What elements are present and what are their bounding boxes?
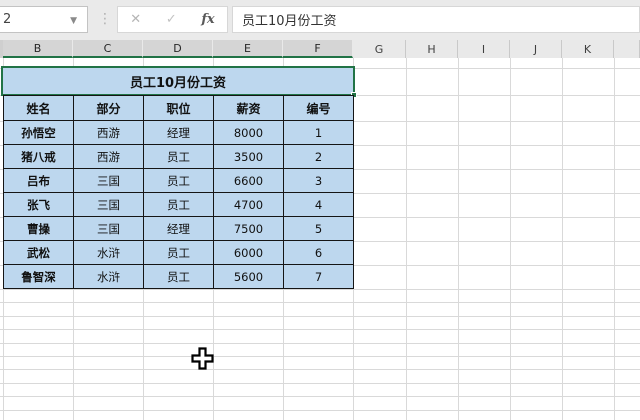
table-row: 孙悟空 西游 经理 8000 1 xyxy=(3,120,354,145)
name-box[interactable]: 2 ▼ xyxy=(0,6,88,33)
column-header-row: B C D E F G H I J K xyxy=(0,40,640,58)
cell-salary[interactable]: 6000 xyxy=(213,240,284,265)
cell-dept[interactable]: 三国 xyxy=(73,192,144,217)
header-cell[interactable]: 编号 xyxy=(283,95,354,121)
cell-salary[interactable]: 7500 xyxy=(213,216,284,241)
cell-salary[interactable]: 5600 xyxy=(213,264,284,289)
cell-dept[interactable]: 西游 xyxy=(73,120,144,145)
column-header-j[interactable]: J xyxy=(510,40,562,58)
cell-dept[interactable]: 水浒 xyxy=(73,240,144,265)
gridline xyxy=(0,369,640,370)
gridline xyxy=(0,316,640,317)
cancel-icon[interactable]: ✕ xyxy=(130,12,141,27)
gridline xyxy=(0,410,640,411)
formula-text: 员工10月份工资 xyxy=(242,14,337,29)
column-header-e[interactable]: E xyxy=(213,40,283,58)
column-header-d[interactable]: D xyxy=(143,40,213,58)
cell-salary[interactable]: 8000 xyxy=(213,120,284,145)
cell-id[interactable]: 7 xyxy=(283,264,354,289)
cell-dept[interactable]: 水浒 xyxy=(73,264,144,289)
formula-buttons: ✕ ✓ fx xyxy=(117,6,228,33)
cell-salary[interactable]: 3500 xyxy=(213,144,284,169)
table-row: 武松 水浒 员工 6000 6 xyxy=(3,240,354,265)
column-header-partial[interactable] xyxy=(614,40,640,58)
cell-name[interactable]: 吕布 xyxy=(3,168,74,193)
name-box-value: 2 xyxy=(3,12,12,27)
cell-name[interactable]: 鲁智深 xyxy=(3,264,74,289)
header-cell[interactable]: 姓名 xyxy=(3,95,74,121)
gridline xyxy=(562,58,563,420)
gridline xyxy=(0,289,640,290)
cell-title[interactable]: 员工 xyxy=(143,240,214,265)
gridline xyxy=(0,343,640,344)
cell-title[interactable]: 经理 xyxy=(143,120,214,145)
header-cell[interactable]: 职位 xyxy=(143,95,214,121)
name-box-dropdown-icon[interactable]: ▼ xyxy=(70,16,77,26)
column-header-g[interactable]: G xyxy=(353,40,406,58)
column-header-i[interactable]: I xyxy=(458,40,510,58)
cell-id[interactable]: 2 xyxy=(283,144,354,169)
cell-dept[interactable]: 三国 xyxy=(73,216,144,241)
cell-dept[interactable]: 西游 xyxy=(73,144,144,169)
formula-bar-area: 2 ▼ ⋮ ✕ ✓ fx 员工10月份工资 xyxy=(0,0,640,40)
table-title: 员工10月份工资 xyxy=(129,75,227,91)
gridline xyxy=(0,356,640,357)
table-header-row: 姓名 部分 职位 薪资 编号 xyxy=(3,95,354,121)
cell-id[interactable]: 6 xyxy=(283,240,354,265)
gridline xyxy=(0,396,640,397)
cell-id[interactable]: 1 xyxy=(283,120,354,145)
cell-id[interactable]: 4 xyxy=(283,192,354,217)
divider-dots-icon: ⋮ xyxy=(98,11,112,27)
formula-input[interactable]: 员工10月份工资 xyxy=(232,6,640,33)
cell-dept[interactable]: 三国 xyxy=(73,168,144,193)
column-header-h[interactable]: H xyxy=(406,40,458,58)
gridline xyxy=(0,383,640,384)
column-header-c[interactable]: C xyxy=(73,40,143,58)
selected-merged-title-cell[interactable]: 员工10月份工资 xyxy=(1,66,357,98)
gridline xyxy=(0,302,640,303)
gridline xyxy=(614,58,615,420)
salary-table: 姓名 部分 职位 薪资 编号 孙悟空 西游 经理 8000 1 猪八戒 西游 员… xyxy=(3,95,354,289)
cell-name[interactable]: 孙悟空 xyxy=(3,120,74,145)
table-row: 曹操 三国 经理 7500 5 xyxy=(3,216,354,241)
enter-icon[interactable]: ✓ xyxy=(166,12,177,27)
cell-title[interactable]: 员工 xyxy=(143,264,214,289)
cell-name[interactable]: 猪八戒 xyxy=(3,144,74,169)
cell-id[interactable]: 5 xyxy=(283,216,354,241)
header-cell[interactable]: 部分 xyxy=(73,95,144,121)
insert-function-icon[interactable]: fx xyxy=(201,12,214,27)
gridline xyxy=(406,58,407,420)
table-row: 猪八戒 西游 员工 3500 2 xyxy=(3,144,354,169)
cell-name[interactable]: 曹操 xyxy=(3,216,74,241)
gridline xyxy=(458,58,459,420)
table-row: 鲁智深 水浒 员工 5600 7 xyxy=(3,264,354,289)
cell-id[interactable]: 3 xyxy=(283,168,354,193)
cell-name[interactable]: 张飞 xyxy=(3,192,74,217)
cell-salary[interactable]: 4700 xyxy=(213,192,284,217)
column-header-f[interactable]: F xyxy=(283,40,353,58)
cell-title[interactable]: 经理 xyxy=(143,216,214,241)
cell-plus-cursor-icon xyxy=(191,347,214,370)
table-row: 吕布 三国 员工 6600 3 xyxy=(3,168,354,193)
cell-title[interactable]: 员工 xyxy=(143,144,214,169)
gridline xyxy=(0,329,640,330)
column-header-b[interactable]: B xyxy=(3,40,73,58)
cell-name[interactable]: 武松 xyxy=(3,240,74,265)
header-cell[interactable]: 薪资 xyxy=(213,95,284,121)
table-row: 张飞 三国 员工 4700 4 xyxy=(3,192,354,217)
cell-title[interactable]: 员工 xyxy=(143,168,214,193)
cell-salary[interactable]: 6600 xyxy=(213,168,284,193)
gridline xyxy=(510,58,511,420)
spreadsheet-window: 2 ▼ ⋮ ✕ ✓ fx 员工10月份工资 B C D E F G H I J … xyxy=(0,0,640,420)
column-header-k[interactable]: K xyxy=(562,40,614,58)
cell-title[interactable]: 员工 xyxy=(143,192,214,217)
